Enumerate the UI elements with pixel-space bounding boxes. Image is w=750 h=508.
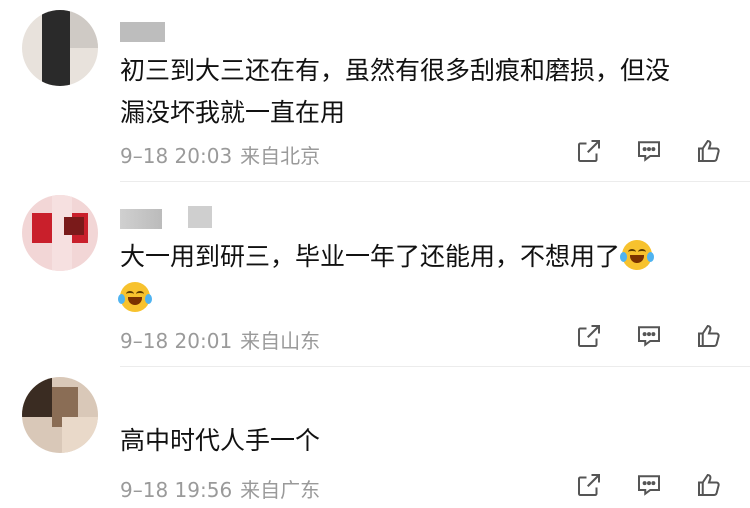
- share-icon: [578, 474, 600, 496]
- share-icon: [578, 325, 600, 347]
- share-button[interactable]: [572, 468, 606, 502]
- avatar[interactable]: [22, 10, 98, 86]
- like-icon: [698, 324, 720, 347]
- share-button[interactable]: [572, 319, 606, 353]
- comment-text: 初三到大三还在有，虽然有很多刮痕和磨损，但没 漏没坏我就一直在用: [120, 50, 720, 134]
- comment-button[interactable]: [632, 319, 666, 353]
- comment-item: 高中时代人手一个 9–18 19:56 来自广东: [0, 367, 750, 508]
- comment-location: 来自山东: [240, 329, 321, 353]
- comment-text-line: 初三到大三还在有，虽然有很多刮痕和磨损，但没: [120, 56, 671, 85]
- comment-time: 9–18 19:56: [120, 478, 233, 502]
- comment-item: 初三到大三还在有，虽然有很多刮痕和磨损，但没 漏没坏我就一直在用 9–18 20…: [0, 0, 750, 180]
- username-redacted[interactable]: [120, 209, 162, 229]
- comment-text-line: 漏没坏我就一直在用: [120, 98, 346, 127]
- comment-text-line: 高中时代人手一个: [120, 426, 321, 455]
- comment-text: 大一用到研三，毕业一年了还能用，不想用了: [118, 236, 720, 320]
- comment-item: 大一用到研三，毕业一年了还能用，不想用了 9–18 20:01 来自山东: [0, 182, 750, 366]
- comment-location: 来自北京: [240, 144, 321, 168]
- laugh-cry-emoji: [620, 240, 655, 270]
- comment-meta: 9–18 19:56 来自广东: [120, 474, 328, 503]
- like-button[interactable]: [692, 134, 726, 168]
- comment-location: 来自广东: [240, 478, 321, 502]
- share-icon: [578, 140, 600, 162]
- comment-button[interactable]: [632, 468, 666, 502]
- comment-icon: [638, 141, 660, 162]
- comment-time: 9–18 20:03: [120, 144, 233, 168]
- like-icon: [698, 473, 720, 496]
- avatar[interactable]: [22, 195, 98, 271]
- like-button[interactable]: [692, 319, 726, 353]
- comment-text-line: 大一用到研三，毕业一年了还能用，不想用了: [120, 242, 621, 271]
- comment-text: 高中时代人手一个: [120, 420, 720, 462]
- username-redacted[interactable]: [120, 22, 165, 42]
- comment-icon: [638, 326, 660, 347]
- comment-time: 9–18 20:01: [120, 329, 233, 353]
- share-button[interactable]: [572, 134, 606, 168]
- comment-icon: [638, 475, 660, 496]
- like-button[interactable]: [692, 468, 726, 502]
- laugh-cry-emoji: [118, 282, 152, 312]
- like-icon: [698, 139, 720, 162]
- username-redacted[interactable]: [188, 206, 212, 228]
- comment-meta: 9–18 20:01 来自山东: [120, 325, 328, 354]
- comment-button[interactable]: [632, 134, 666, 168]
- avatar[interactable]: [22, 377, 98, 453]
- comment-meta: 9–18 20:03 来自北京: [120, 140, 328, 169]
